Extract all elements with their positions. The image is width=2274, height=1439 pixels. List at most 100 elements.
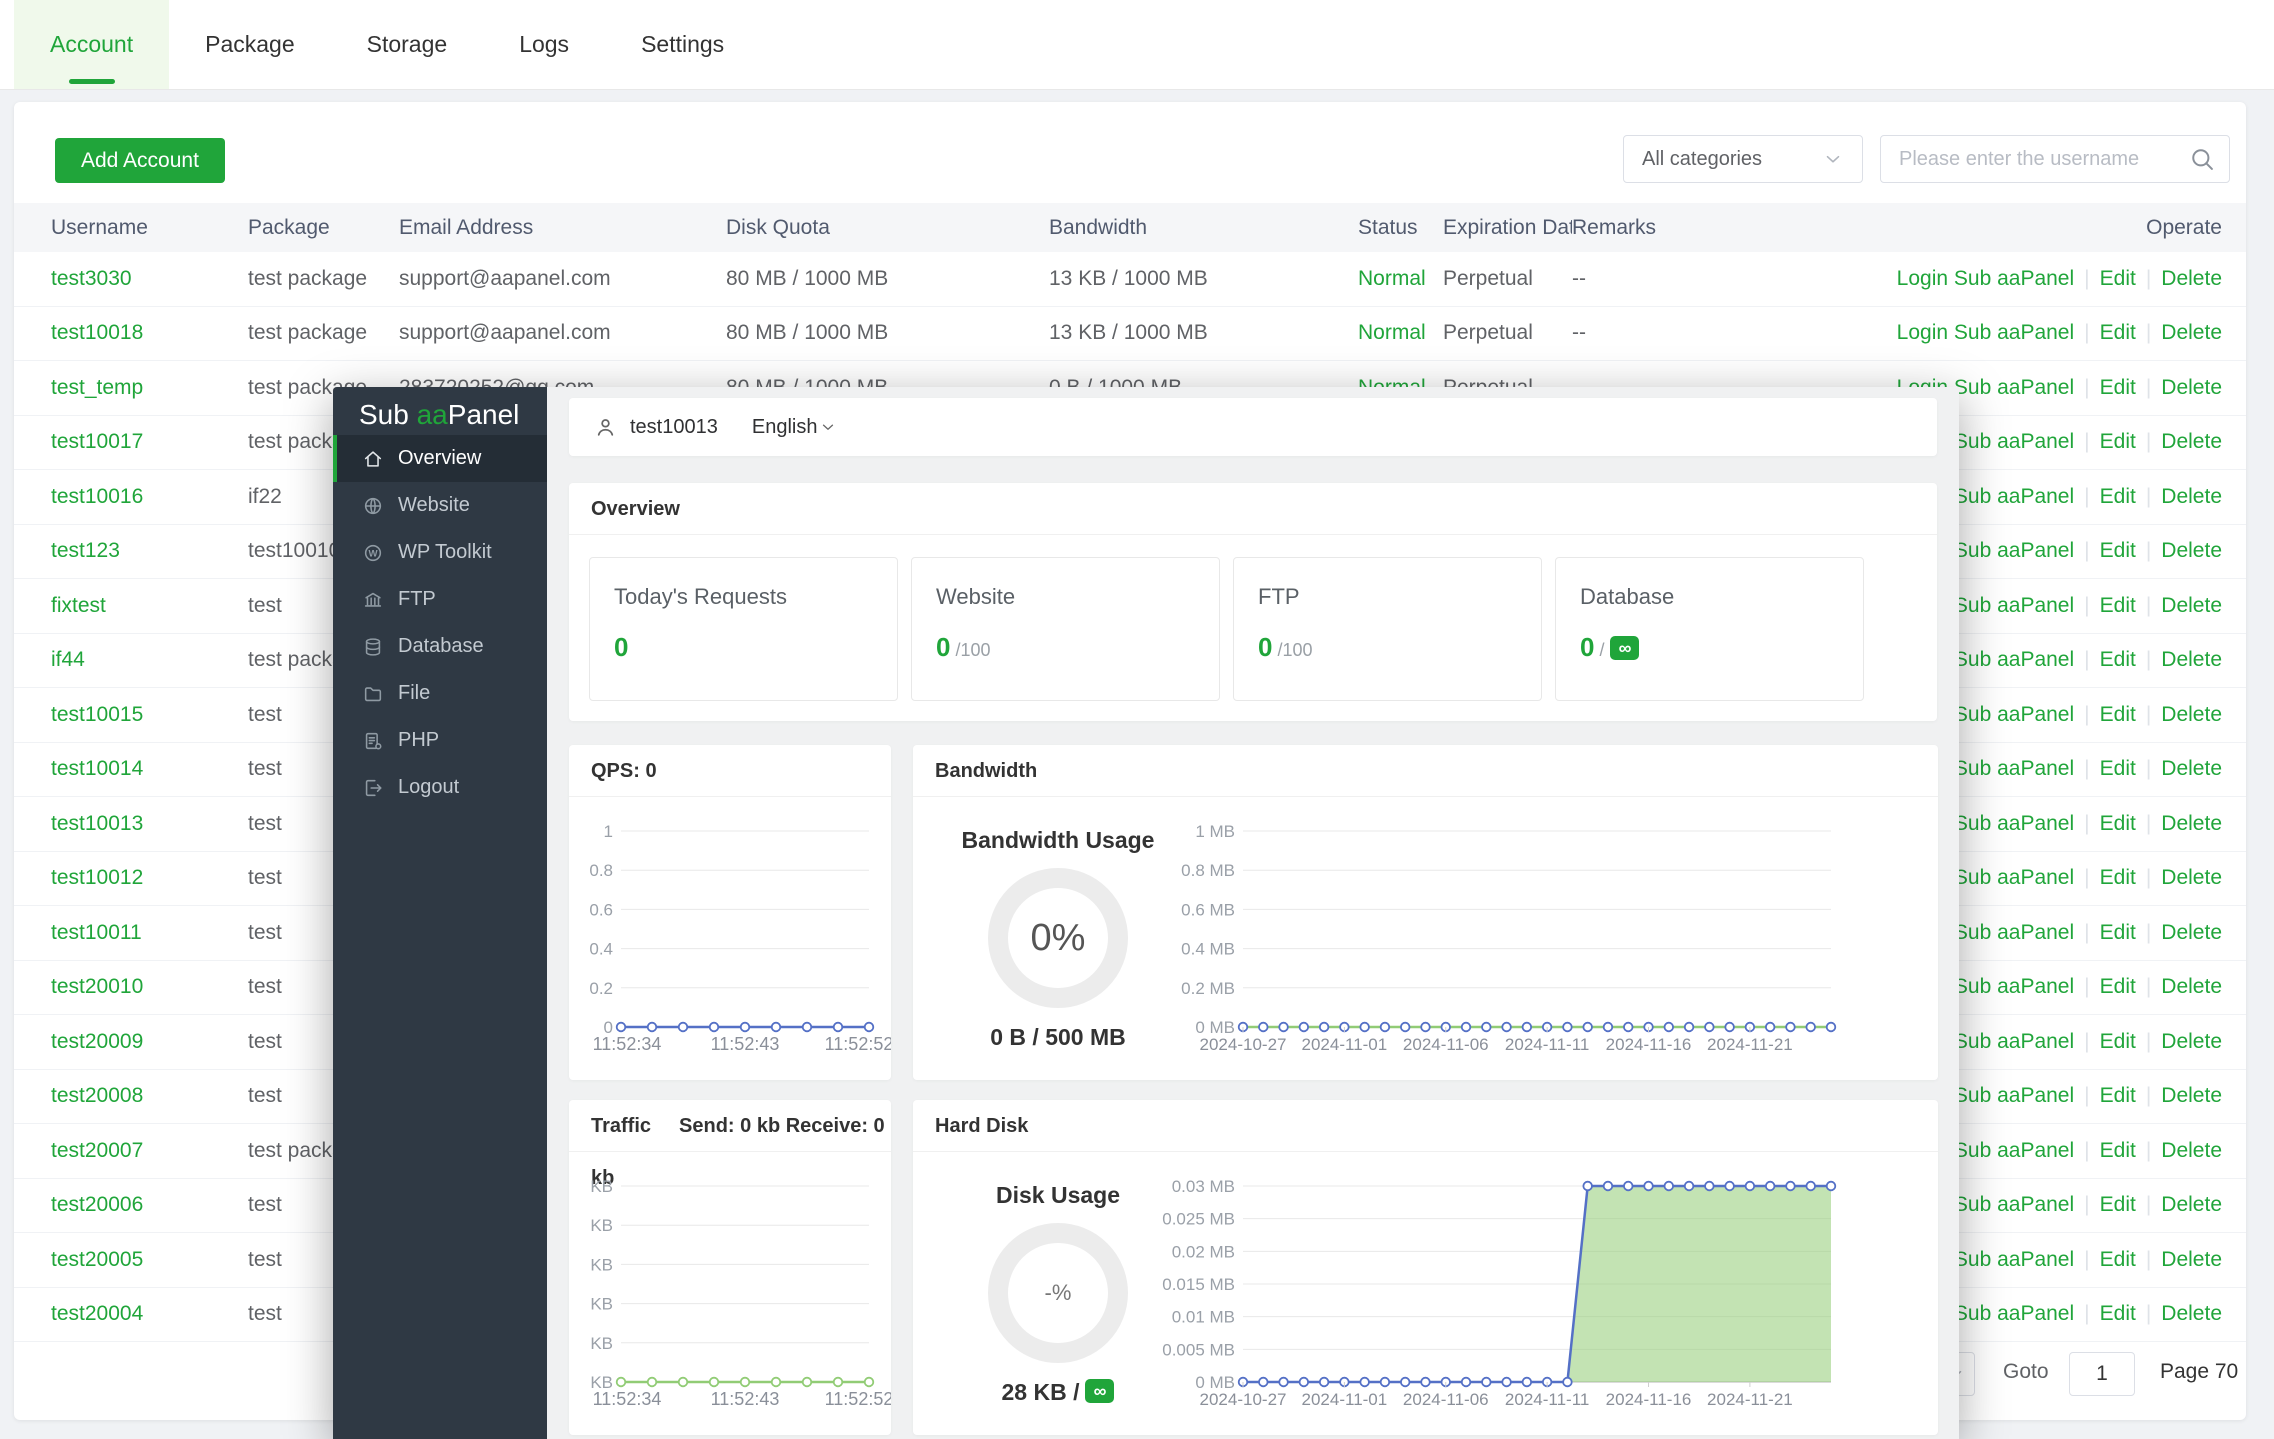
goto-page-input[interactable]	[2069, 1352, 2135, 1396]
username-link[interactable]: fixtest	[51, 594, 106, 617]
add-account-button[interactable]: Add Account	[55, 138, 225, 183]
username-cell: test10018	[51, 321, 248, 345]
username-link[interactable]: test20007	[51, 1139, 143, 1162]
column-header-disk-quota: Disk Quota	[726, 216, 1049, 240]
delete-link[interactable]: Delete	[2161, 485, 2222, 508]
username-link[interactable]: if44	[51, 648, 85, 671]
sidebar-item-logout[interactable]: Logout	[333, 764, 547, 811]
edit-link[interactable]: Edit	[2100, 921, 2136, 944]
username-link[interactable]: test10012	[51, 866, 143, 889]
delete-link[interactable]: Delete	[2161, 812, 2222, 835]
delete-link[interactable]: Delete	[2161, 267, 2222, 290]
login-sub-aapanel-link[interactable]: Login Sub aaPanel	[1897, 321, 2075, 344]
edit-link[interactable]: Edit	[2100, 376, 2136, 399]
sidebar-item-website[interactable]: Website	[333, 482, 547, 529]
sidebar-item-overview[interactable]: Overview	[333, 435, 547, 482]
sidebar-item-file[interactable]: File	[333, 670, 547, 717]
edit-link[interactable]: Edit	[2100, 485, 2136, 508]
tab-storage[interactable]: Storage	[331, 0, 484, 89]
delete-link[interactable]: Delete	[2161, 1248, 2222, 1271]
delete-link[interactable]: Delete	[2161, 376, 2222, 399]
category-filter-select[interactable]: All categories	[1623, 135, 1863, 183]
username-link[interactable]: test_temp	[51, 376, 143, 399]
login-sub-aapanel-link[interactable]: Login Sub aaPanel	[1897, 267, 2075, 290]
expiration-cell: Perpetual	[1443, 321, 1572, 345]
username-link[interactable]: test20004	[51, 1302, 143, 1325]
svg-text:2024-10-27: 2024-10-27	[1200, 1390, 1287, 1409]
edit-link[interactable]: Edit	[2100, 703, 2136, 726]
stat-suffix: /100	[1277, 640, 1312, 661]
hard-disk-card: Hard Disk Disk Usage -% 28 KB / ∞ 0.03 M…	[913, 1100, 1938, 1435]
username-link[interactable]: test20009	[51, 1030, 143, 1053]
delete-link[interactable]: Delete	[2161, 975, 2222, 998]
tab-package[interactable]: Package	[169, 0, 331, 89]
username-link[interactable]: test10015	[51, 703, 143, 726]
operate-separator: |	[2146, 594, 2151, 617]
bandwidth-card: Bandwidth Bandwidth Usage 0% 0 B / 500 M…	[913, 745, 1938, 1080]
username-link[interactable]: test10017	[51, 430, 143, 453]
operate-separator: |	[2084, 376, 2089, 399]
delete-link[interactable]: Delete	[2161, 1139, 2222, 1162]
tab-account[interactable]: Account	[14, 0, 169, 89]
username-link[interactable]: test20006	[51, 1193, 143, 1216]
username-link[interactable]: test3030	[51, 267, 132, 290]
edit-link[interactable]: Edit	[2100, 648, 2136, 671]
delete-link[interactable]: Delete	[2161, 430, 2222, 453]
tab-logs[interactable]: Logs	[483, 0, 605, 89]
delete-link[interactable]: Delete	[2161, 1084, 2222, 1107]
tab-settings[interactable]: Settings	[605, 0, 760, 89]
delete-link[interactable]: Delete	[2161, 757, 2222, 780]
search-icon[interactable]	[2188, 145, 2216, 173]
username-link[interactable]: test20010	[51, 975, 143, 998]
edit-link[interactable]: Edit	[2100, 267, 2136, 290]
search-input[interactable]	[1880, 135, 2230, 183]
edit-link[interactable]: Edit	[2100, 594, 2136, 617]
delete-link[interactable]: Delete	[2161, 703, 2222, 726]
edit-link[interactable]: Edit	[2100, 975, 2136, 998]
edit-link[interactable]: Edit	[2100, 866, 2136, 889]
overview-card-title: Overview	[569, 483, 1937, 535]
delete-link[interactable]: Delete	[2161, 1030, 2222, 1053]
username-link[interactable]: test10018	[51, 321, 143, 344]
edit-link[interactable]: Edit	[2100, 1248, 2136, 1271]
edit-link[interactable]: Edit	[2100, 1139, 2136, 1162]
email-cell: support@aapanel.com	[399, 267, 726, 291]
delete-link[interactable]: Delete	[2161, 539, 2222, 562]
edit-link[interactable]: Edit	[2100, 812, 2136, 835]
username-link[interactable]: test20008	[51, 1084, 143, 1107]
edit-link[interactable]: Edit	[2100, 321, 2136, 344]
edit-link[interactable]: Edit	[2100, 1193, 2136, 1216]
delete-link[interactable]: Delete	[2161, 1302, 2222, 1325]
delete-link[interactable]: Delete	[2161, 321, 2222, 344]
username-link[interactable]: test123	[51, 539, 120, 562]
sidebar-item-database[interactable]: Database	[333, 623, 547, 670]
edit-link[interactable]: Edit	[2100, 1084, 2136, 1107]
svg-text:2024-11-21: 2024-11-21	[1707, 1390, 1793, 1409]
stat-card-ftp: FTP0/100	[1233, 557, 1542, 701]
language-select[interactable]: English	[752, 416, 850, 439]
edit-link[interactable]: Edit	[2100, 757, 2136, 780]
delete-link[interactable]: Delete	[2161, 921, 2222, 944]
delete-link[interactable]: Delete	[2161, 648, 2222, 671]
edit-link[interactable]: Edit	[2100, 1030, 2136, 1053]
delete-link[interactable]: Delete	[2161, 594, 2222, 617]
edit-link[interactable]: Edit	[2100, 430, 2136, 453]
sidebar-item-wp-toolkit[interactable]: WWP Toolkit	[333, 529, 547, 576]
username-link[interactable]: test10016	[51, 485, 143, 508]
delete-link[interactable]: Delete	[2161, 1193, 2222, 1216]
sidebar-item-ftp[interactable]: FTP	[333, 576, 547, 623]
brand-prefix: Sub	[359, 399, 417, 430]
username-link[interactable]: test20005	[51, 1248, 143, 1271]
current-username[interactable]: test10013	[630, 416, 718, 439]
sidebar-item-php[interactable]: PHP	[333, 717, 547, 764]
edit-link[interactable]: Edit	[2100, 539, 2136, 562]
svg-text:W: W	[368, 548, 378, 559]
svg-text:11:52:52: 11:52:52	[825, 1389, 891, 1409]
username-link[interactable]: test10014	[51, 757, 143, 780]
username-link[interactable]: test10011	[51, 921, 142, 944]
username-link[interactable]: test10013	[51, 812, 143, 835]
svg-text:1: 1	[604, 822, 613, 841]
svg-text:2024-11-06: 2024-11-06	[1403, 1390, 1489, 1409]
edit-link[interactable]: Edit	[2100, 1302, 2136, 1325]
delete-link[interactable]: Delete	[2161, 866, 2222, 889]
